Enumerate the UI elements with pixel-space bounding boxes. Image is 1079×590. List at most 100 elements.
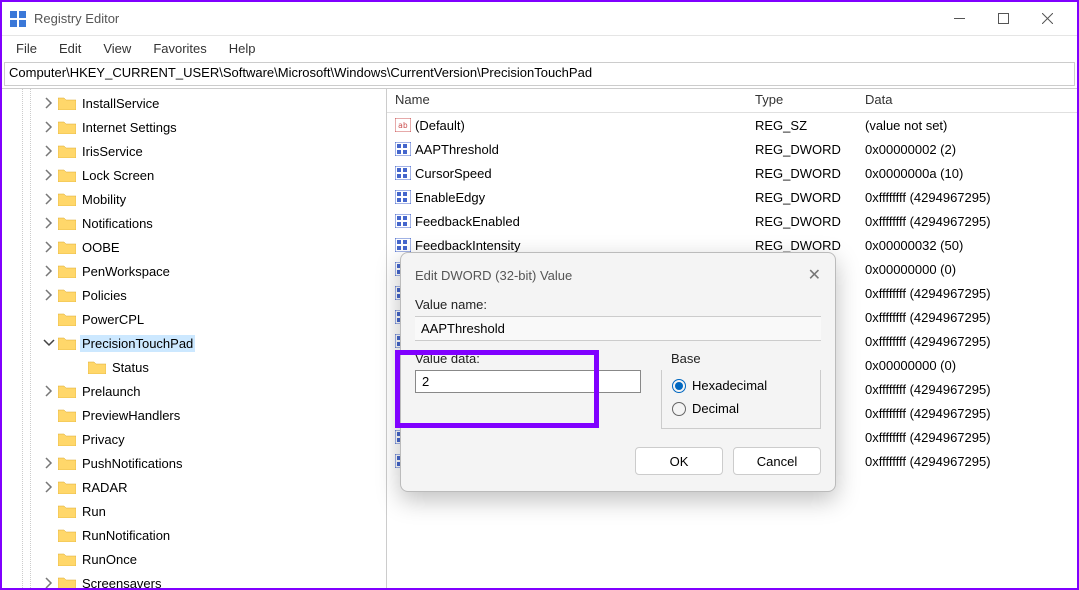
expander-icon[interactable]: [42, 97, 56, 109]
ok-button[interactable]: OK: [635, 447, 723, 475]
folder-icon: [58, 456, 76, 470]
tree-item[interactable]: Privacy: [2, 427, 386, 451]
tree-label: PreviewHandlers: [80, 407, 182, 424]
tree-label: Notifications: [80, 215, 155, 232]
value-row[interactable]: EnableEdgyREG_DWORD0xffffffff (429496729…: [387, 185, 1077, 209]
folder-icon: [58, 480, 76, 494]
expander-icon[interactable]: [42, 265, 56, 277]
menubar: File Edit View Favorites Help: [2, 36, 1077, 60]
tree-label: Screensavers: [80, 575, 163, 589]
tree-item[interactable]: PreviewHandlers: [2, 403, 386, 427]
tree-item[interactable]: Run: [2, 499, 386, 523]
expander-icon[interactable]: [42, 169, 56, 181]
radio-hex-icon: [672, 379, 686, 393]
base-group: Hexadecimal Decimal: [661, 370, 821, 429]
value-data: 0xffffffff (4294967295): [857, 187, 1077, 208]
expander-icon[interactable]: [42, 217, 56, 229]
value-data: 0xffffffff (4294967295): [857, 403, 1077, 424]
tree-panel[interactable]: InstallService Internet Settings IrisServi…: [2, 89, 387, 588]
minimize-button[interactable]: [937, 4, 981, 34]
value-row[interactable]: CursorSpeedREG_DWORD0x0000000a (10): [387, 161, 1077, 185]
value-data: 0xffffffff (4294967295): [857, 283, 1077, 304]
expander-icon[interactable]: [42, 385, 56, 397]
value-name: AAPThreshold: [415, 142, 499, 157]
tree-item[interactable]: RADAR: [2, 475, 386, 499]
value-type: REG_DWORD: [747, 139, 857, 160]
radio-decimal[interactable]: Decimal: [672, 401, 810, 416]
value-data: 0xffffffff (4294967295): [857, 379, 1077, 400]
maximize-button[interactable]: [981, 4, 1025, 34]
expander-icon[interactable]: [42, 145, 56, 157]
value-data: 0x00000002 (2): [857, 139, 1077, 160]
dialog-close-button[interactable]: ✕: [808, 265, 821, 285]
folder-icon: [58, 336, 76, 350]
close-button[interactable]: [1025, 4, 1069, 34]
tree-item[interactable]: PushNotifications: [2, 451, 386, 475]
tree-item[interactable]: PenWorkspace: [2, 259, 386, 283]
menu-file[interactable]: File: [6, 38, 47, 59]
reg-dw-icon: [395, 166, 411, 180]
value-data: 0xffffffff (4294967295): [857, 307, 1077, 328]
col-header-data[interactable]: Data: [857, 89, 1077, 112]
expander-icon[interactable]: [42, 121, 56, 133]
tree-item[interactable]: Policies: [2, 283, 386, 307]
tree-label: InstallService: [80, 95, 161, 112]
cancel-button[interactable]: Cancel: [733, 447, 821, 475]
tree-item[interactable]: PowerCPL: [2, 307, 386, 331]
expander-icon[interactable]: [42, 481, 56, 493]
folder-icon: [58, 168, 76, 182]
value-row[interactable]: FeedbackEnabledREG_DWORD0xffffffff (4294…: [387, 209, 1077, 233]
value-data: (value not set): [857, 115, 1077, 136]
folder-icon: [58, 408, 76, 422]
menu-favorites[interactable]: Favorites: [143, 38, 216, 59]
value-row[interactable]: (Default)REG_SZ(value not set): [387, 113, 1077, 137]
tree-label: Run: [80, 503, 108, 520]
address-bar[interactable]: Computer\HKEY_CURRENT_USER\Software\Micr…: [4, 62, 1075, 86]
value-name: FeedbackIntensity: [415, 238, 521, 253]
expander-icon[interactable]: [42, 289, 56, 301]
col-header-type[interactable]: Type: [747, 89, 857, 112]
value-data: 0xffffffff (4294967295): [857, 331, 1077, 352]
tree-item[interactable]: RunOnce: [2, 547, 386, 571]
folder-icon: [58, 312, 76, 326]
tree-item[interactable]: RunNotification: [2, 523, 386, 547]
tree-item[interactable]: Lock Screen: [2, 163, 386, 187]
folder-icon: [58, 552, 76, 566]
radio-hexadecimal[interactable]: Hexadecimal: [672, 378, 810, 393]
tree-item[interactable]: Internet Settings: [2, 115, 386, 139]
folder-icon: [58, 528, 76, 542]
radio-dec-icon: [672, 402, 686, 416]
tree-item[interactable]: IrisService: [2, 139, 386, 163]
value-name-field: AAPThreshold: [415, 316, 821, 341]
tree-item[interactable]: OOBE: [2, 235, 386, 259]
edit-dword-dialog: Edit DWORD (32-bit) Value ✕ Value name: …: [400, 252, 836, 492]
folder-icon: [58, 264, 76, 278]
tree-label: IrisService: [80, 143, 145, 160]
expander-icon[interactable]: [42, 193, 56, 205]
tree-label: Privacy: [80, 431, 127, 448]
expander-icon[interactable]: [42, 241, 56, 253]
menu-help[interactable]: Help: [219, 38, 266, 59]
tree-item[interactable]: Status: [2, 355, 386, 379]
expander-icon[interactable]: [42, 337, 56, 349]
col-header-name[interactable]: Name: [387, 89, 747, 112]
value-name: FeedbackEnabled: [415, 214, 520, 229]
value-row[interactable]: AAPThreshold REG_DWORD0x00000002 (2): [387, 137, 1077, 161]
menu-edit[interactable]: Edit: [49, 38, 91, 59]
menu-view[interactable]: View: [93, 38, 141, 59]
tree-item[interactable]: Mobility: [2, 187, 386, 211]
app-icon: [10, 11, 26, 27]
tree-item[interactable]: Prelaunch: [2, 379, 386, 403]
value-data-input[interactable]: [415, 370, 641, 393]
value-type: REG_DWORD: [747, 211, 857, 232]
tree-item[interactable]: Screensavers: [2, 571, 386, 588]
expander-icon[interactable]: [42, 457, 56, 469]
values-header: Name Type Data: [387, 89, 1077, 113]
tree-label: PushNotifications: [80, 455, 184, 472]
tree-item[interactable]: Notifications: [2, 211, 386, 235]
value-data-label: Value data:: [415, 351, 641, 366]
tree-item[interactable]: InstallService: [2, 91, 386, 115]
expander-icon[interactable]: [42, 577, 56, 588]
tree-item[interactable]: PrecisionTouchPad: [2, 331, 386, 355]
window-controls: [937, 4, 1069, 34]
